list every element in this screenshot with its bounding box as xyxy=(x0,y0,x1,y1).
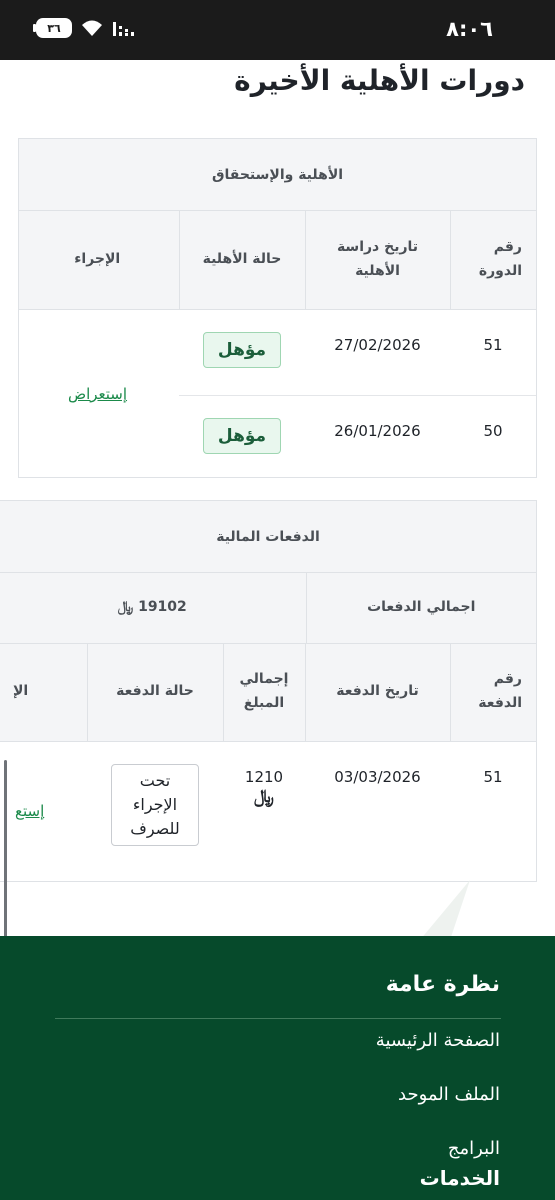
payment-amount: 1210 xyxy=(244,768,284,786)
table-row: 51 27/02/2026 مؤهل إستعراض xyxy=(19,309,536,477)
payment-status-badge: تحت الإجراء للصرف xyxy=(111,764,199,846)
wifi-icon xyxy=(82,20,102,36)
payments-total-row: اجمالي الدفعات 19102 ﷼ xyxy=(0,573,536,644)
eligibility-header-row: رقم الدورة تاريخ دراسة الأهلية حالة الأه… xyxy=(19,211,536,310)
footer-link-programs[interactable]: البرامج xyxy=(448,1138,500,1159)
column-header: تاريخ الدفعة xyxy=(304,643,450,742)
table-row: 51 03/03/2026 1210 ﷼ تحت الإجراء للصرف إ… xyxy=(0,742,536,882)
study-date: 26/01/2026 xyxy=(334,421,421,440)
riyal-icon: ﷼ xyxy=(117,598,134,615)
column-header: الإ xyxy=(0,643,87,742)
column-header: حالة الدفعة xyxy=(86,643,223,742)
column-header: رقم الدفعة xyxy=(449,643,536,742)
column-header: رقم الدورة xyxy=(449,211,536,310)
cycle-number: 51 xyxy=(450,309,536,396)
payments-table: رقم الدفعة تاريخ الدفعة إجمالي المبلغ حا… xyxy=(0,643,536,882)
footer-title: نظرة عامة xyxy=(385,972,500,997)
payments-card: الدفعات المالية اجمالي الدفعات 19102 ﷼ ر… xyxy=(0,500,537,882)
footer: نظرة عامة الصفحة الرئيسية الملف الموحد ا… xyxy=(0,936,555,1200)
battery-level: ٣٦ xyxy=(47,21,61,35)
footer-divider xyxy=(55,1018,501,1019)
eligibility-card: الأهلية والإستحقاق رقم الدورة تاريخ دراس… xyxy=(18,138,537,478)
status-bar: ٣٦ ٨:٠٦ xyxy=(0,0,555,60)
status-time: ٨:٠٦ xyxy=(446,17,493,41)
footer-section-services[interactable]: الخدمات xyxy=(420,1166,500,1190)
payment-date: 03/03/2026 xyxy=(334,768,421,786)
column-header: تاريخ دراسة الأهلية xyxy=(304,211,450,310)
status-badge: مؤهل xyxy=(202,331,282,368)
footer-link-unified-profile[interactable]: الملف الموحد xyxy=(398,1084,500,1105)
payments-summary-table: اجمالي الدفعات 19102 ﷼ xyxy=(0,573,536,644)
payment-number: 51 xyxy=(483,768,503,786)
signal-icon xyxy=(113,22,134,36)
footer-link-home[interactable]: الصفحة الرئيسية xyxy=(376,1030,500,1051)
payments-header-row: رقم الدفعة تاريخ الدفعة إجمالي المبلغ حا… xyxy=(0,643,536,742)
column-header: الإجراء xyxy=(19,211,179,310)
riyal-icon: ﷼ xyxy=(254,786,274,807)
payment-view-link[interactable]: إستع xyxy=(15,802,44,820)
column-header: إجمالي المبلغ xyxy=(222,643,305,742)
study-date: 27/02/2026 xyxy=(305,309,450,396)
view-link[interactable]: إستعراض xyxy=(68,385,127,403)
payments-header: الدفعات المالية xyxy=(0,501,536,573)
page-title: دورات الأهلية الأخيرة xyxy=(234,64,525,97)
battery-icon: ٣٦ xyxy=(33,18,72,38)
total-value: 19102 xyxy=(138,598,187,615)
decorative-swoosh xyxy=(420,880,470,940)
eligibility-table: رقم الدورة تاريخ دراسة الأهلية حالة الأه… xyxy=(19,211,536,477)
column-header: حالة الأهلية xyxy=(178,211,305,310)
eligibility-header: الأهلية والإستحقاق xyxy=(19,139,536,211)
total-label: اجمالي الدفعات xyxy=(305,573,536,644)
status-icons: ٣٦ xyxy=(33,18,136,38)
cycle-number: 50 xyxy=(483,421,503,440)
status-badge: مؤهل xyxy=(202,417,282,454)
